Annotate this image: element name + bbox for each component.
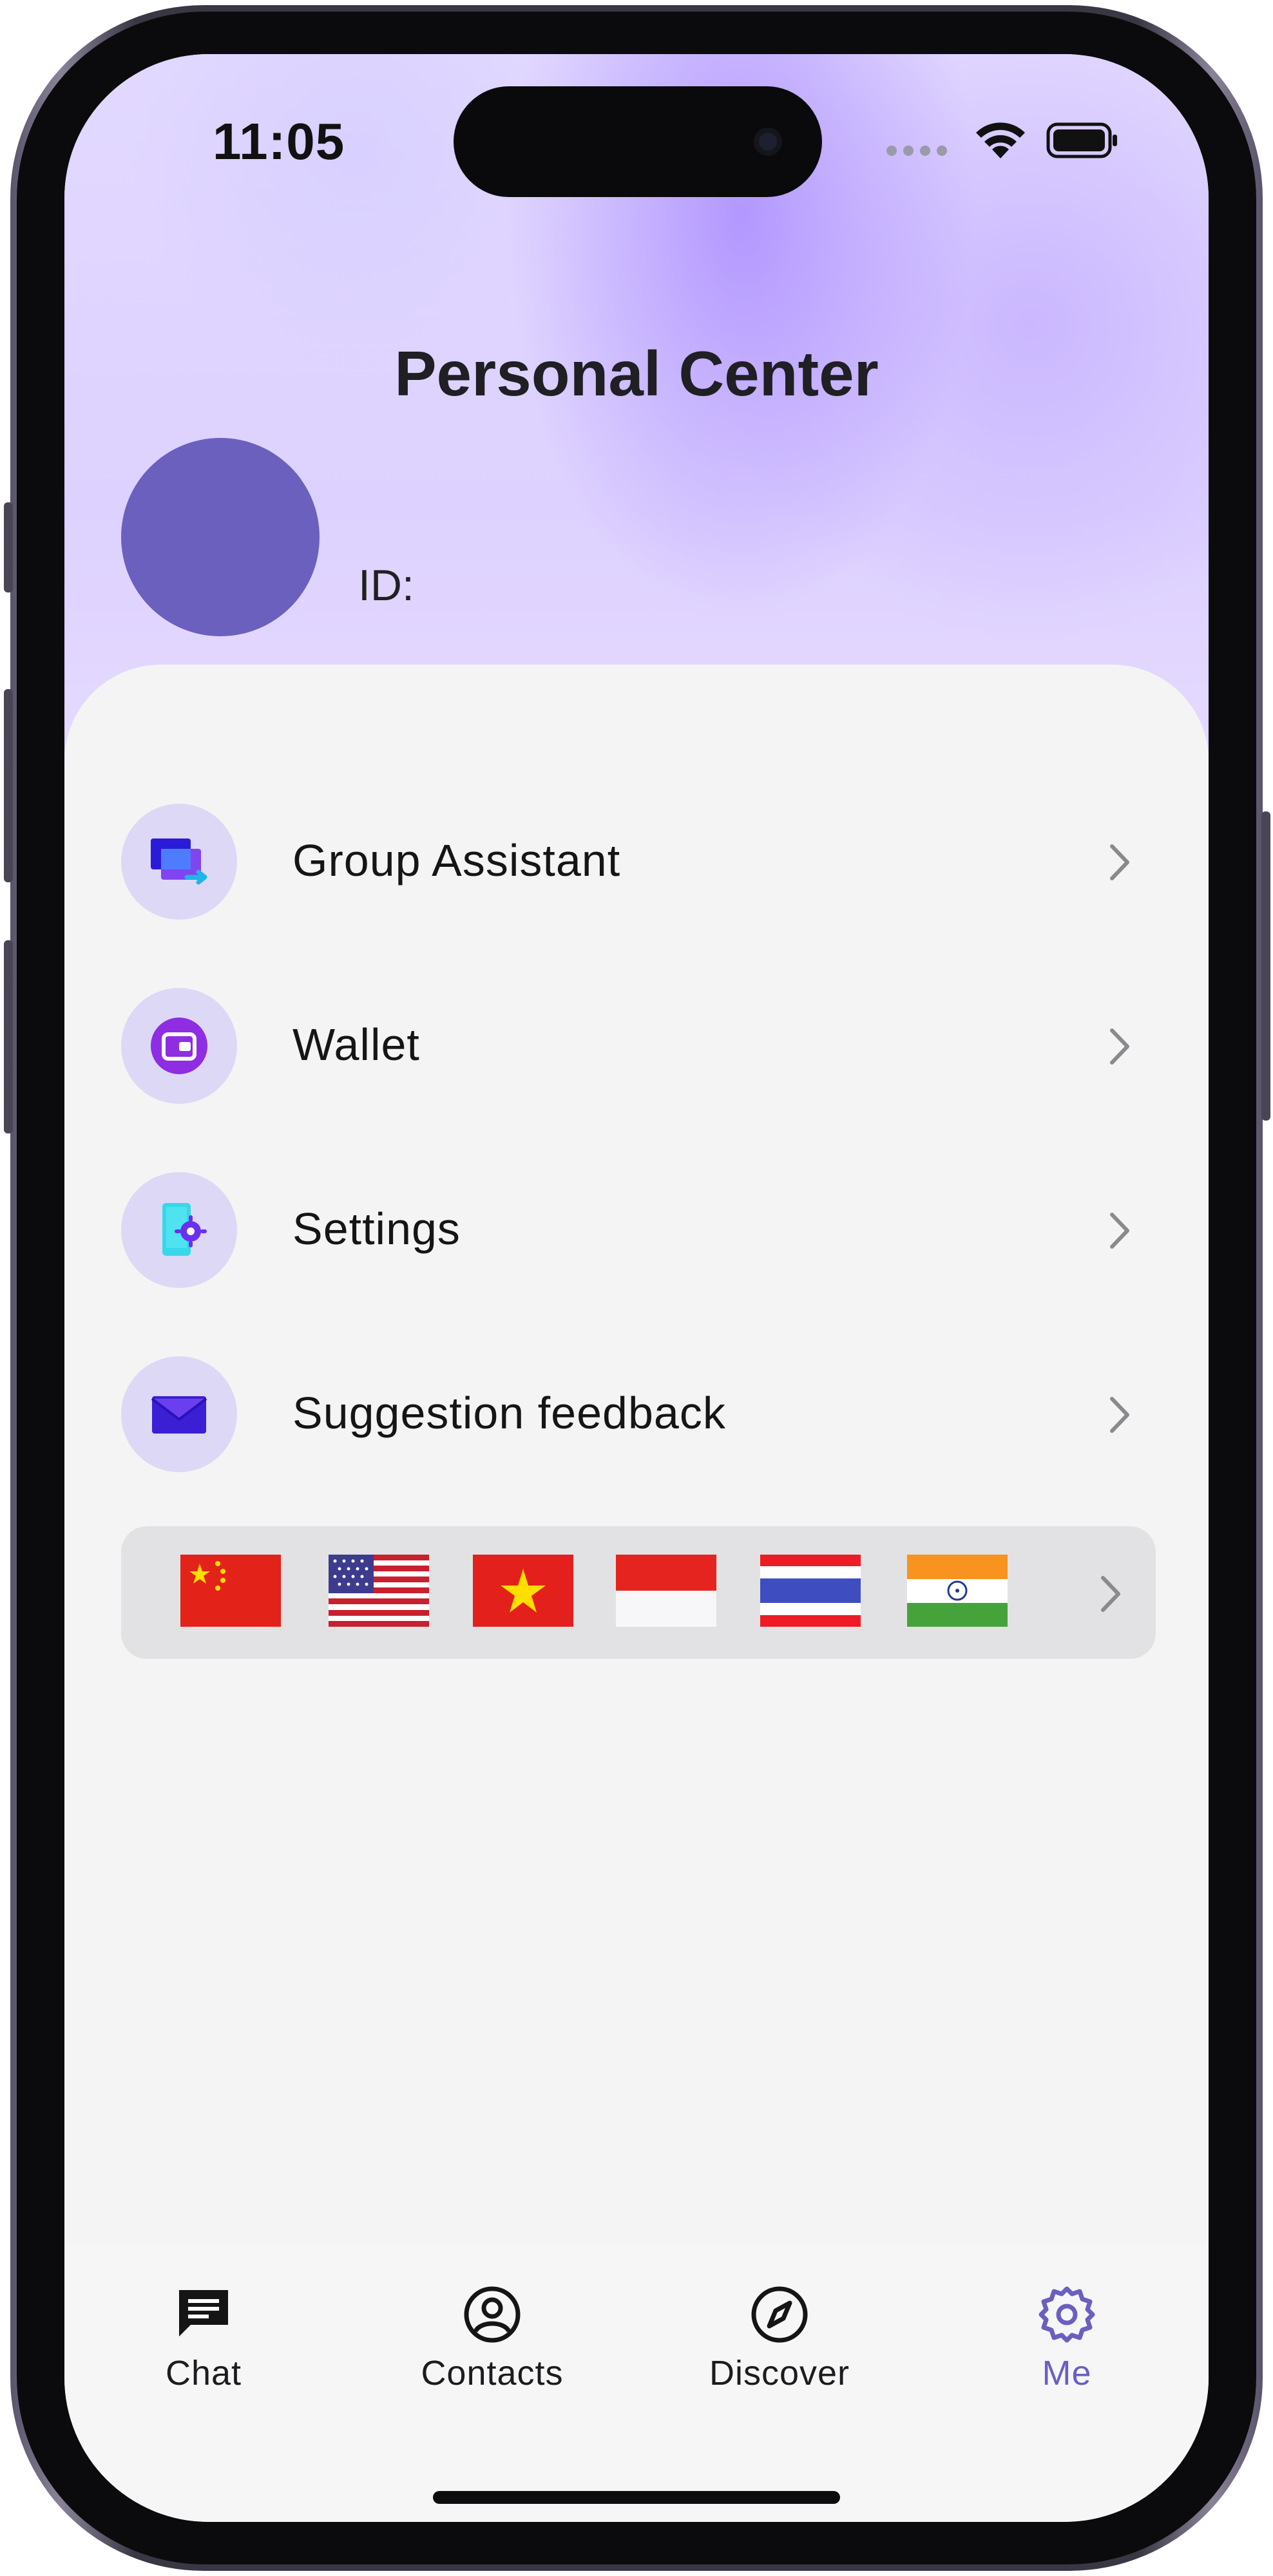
volume-up-button — [4, 689, 13, 882]
menu-item-wallet[interactable]: Wallet — [121, 988, 1152, 1104]
tab-chat[interactable]: Chat — [107, 2284, 300, 2393]
language-selector[interactable] — [121, 1526, 1156, 1659]
wallet-icon — [151, 1018, 207, 1074]
tab-contacts[interactable]: Contacts — [396, 2284, 589, 2393]
menu-item-suggestion-feedback[interactable]: Suggestion feedback — [121, 1356, 1152, 1472]
tab-label: Contacts — [421, 2354, 564, 2392]
tab-discover[interactable]: Discover — [683, 2284, 876, 2393]
camera-icon — [759, 133, 777, 151]
menu-item-label: Settings — [292, 1204, 461, 1254]
chat-icon — [179, 2290, 228, 2336]
china-flag-icon[interactable] — [180, 1555, 281, 1627]
india-flag-icon[interactable] — [907, 1555, 1008, 1627]
menu-item-group-assistant[interactable]: Group Assistant — [121, 804, 1152, 920]
tab-bar: Chat Contacts Discover Me — [64, 2244, 1209, 2522]
vietnam-flag-icon[interactable] — [473, 1555, 573, 1627]
avatar[interactable] — [121, 438, 320, 636]
menu-item-label: Suggestion feedback — [292, 1388, 726, 1438]
indonesia-flag-icon[interactable] — [616, 1555, 716, 1627]
usa-flag-icon[interactable] — [329, 1555, 429, 1627]
group-assistant-icon — [151, 838, 207, 885]
page-title: Personal Center — [394, 338, 879, 409]
wifi-icon — [976, 122, 1025, 158]
menu-item-label: Wallet — [292, 1019, 420, 1070]
chevron-right-icon — [1110, 1397, 1129, 1433]
cellular-signal-icon — [886, 146, 947, 156]
chevron-right-icon — [1110, 844, 1129, 880]
chevron-right-icon[interactable] — [1098, 1574, 1124, 1614]
power-button — [1261, 811, 1270, 1121]
user-id-label: ID: — [358, 561, 414, 610]
battery-icon — [1046, 122, 1117, 158]
group-assistant-icon-badge — [121, 804, 237, 920]
dynamic-island — [454, 86, 822, 197]
tab-me[interactable]: Me — [970, 2284, 1163, 2393]
status-time: 11:05 — [213, 113, 345, 170]
wallet-icon-badge — [121, 988, 237, 1104]
settings-phone-icon — [162, 1203, 207, 1256]
home-indicator[interactable] — [433, 2491, 840, 2504]
chevron-right-icon — [1110, 1028, 1129, 1065]
screen: 11:05 Personal Center ID: Group Assistan… — [64, 54, 1209, 2522]
envelope-icon — [151, 1396, 207, 1434]
tab-label: Chat — [165, 2354, 242, 2392]
gear-icon — [1038, 2286, 1095, 2343]
compass-icon — [751, 2286, 808, 2343]
thailand-flag-icon[interactable] — [760, 1555, 861, 1627]
action-button — [4, 502, 13, 592]
menu-card: Group Assistant Wallet Settings Suggesti… — [64, 665, 1209, 2275]
menu-item-settings[interactable]: Settings — [121, 1172, 1152, 1288]
menu-item-label: Group Assistant — [292, 835, 621, 886]
settings-icon-badge — [121, 1172, 237, 1288]
volume-down-button — [4, 940, 13, 1133]
tab-label: Me — [1042, 2354, 1092, 2392]
chevron-right-icon — [1110, 1213, 1129, 1249]
contacts-icon — [464, 2286, 521, 2343]
tab-label: Discover — [709, 2354, 850, 2392]
feedback-icon-badge — [121, 1356, 237, 1472]
